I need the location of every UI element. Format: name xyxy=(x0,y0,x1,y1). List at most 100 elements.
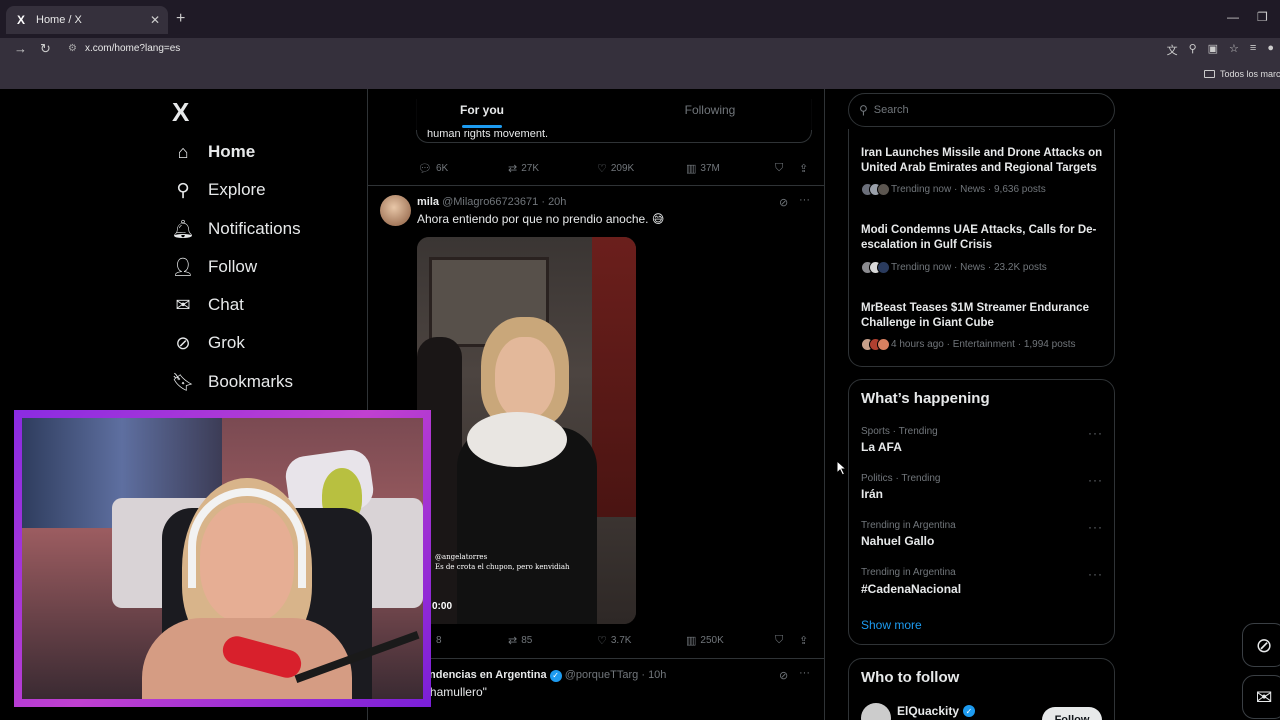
nav-home[interactable]: ⌂ Home xyxy=(172,141,256,163)
zoom-icon[interactable]: ⚲ xyxy=(1189,42,1197,58)
reading-list-icon[interactable]: ≡ xyxy=(1250,42,1256,58)
tweet-header: Tendencias en Argentina ✓ @porqueTTarg ·… xyxy=(417,669,666,682)
nav-notifications[interactable]: 🔔︎ Notifications xyxy=(172,218,301,240)
grok-float-icon[interactable]: ⊘ xyxy=(1242,623,1280,667)
news-title[interactable]: Iran Launches Missile and Drone Attacks … xyxy=(861,146,1106,176)
trend-context: Trending in Argentina xyxy=(861,567,956,578)
minimize-icon[interactable]: — xyxy=(1227,10,1239,24)
more-icon[interactable]: ··· xyxy=(1088,520,1103,534)
tab-close-icon[interactable]: ✕ xyxy=(150,13,160,27)
reload-icon[interactable]: ↻ xyxy=(40,41,51,57)
nav-explore[interactable]: ⚲ Explore xyxy=(172,179,266,201)
news-meta-text: Trending now · News · 23.2K posts xyxy=(891,262,1047,273)
tweet-time[interactable]: 20h xyxy=(548,196,566,208)
suggested-user[interactable]: ElQuackity ✓ xyxy=(897,704,976,718)
nav-bookmarks[interactable]: 🔖︎ Bookmarks xyxy=(172,371,293,393)
grok-icon[interactable]: ⊘ xyxy=(779,669,788,682)
search-icon: ⚲ xyxy=(176,179,190,200)
all-bookmarks-folder[interactable]: Todos los marcadores xyxy=(1204,69,1280,79)
reply-count: 8 xyxy=(435,635,442,646)
nav-grok[interactable]: ⊘ Grok xyxy=(172,332,244,354)
nav-label: Explore xyxy=(208,180,266,199)
views-button[interactable]: ▥ 37M xyxy=(686,162,720,175)
new-tab-icon[interactable]: + xyxy=(176,10,185,28)
reply-button[interactable]: 💬︎ 6K xyxy=(418,162,448,175)
retweet-button[interactable]: ⇄ 85 xyxy=(508,634,532,647)
show-more-link[interactable]: Show more xyxy=(861,618,922,632)
share-button[interactable]: ⇪ xyxy=(799,634,808,647)
user-name[interactable]: Tendencias en Argentina xyxy=(417,669,547,681)
nav-label: Bookmarks xyxy=(208,372,294,391)
tweet-time[interactable]: 10h xyxy=(648,669,666,681)
news-title[interactable]: Modi Condemns UAE Attacks, Calls for De-… xyxy=(861,223,1106,253)
active-tab-indicator xyxy=(462,125,502,128)
column-divider xyxy=(824,89,825,720)
webcam-overlay xyxy=(14,410,431,707)
tweet-actions: 💬︎ 6K ⇄ 27K ♡ 209K ▥ 37M ⛉ ⇪ xyxy=(416,162,816,178)
views-button[interactable]: ▥ 250K xyxy=(686,634,724,647)
retweet-button[interactable]: ⇄ 27K xyxy=(508,162,539,175)
bookmark-button[interactable]: ⛉ xyxy=(775,162,783,175)
video-caption-line: @angelatorres xyxy=(435,553,488,561)
trend-name[interactable]: #CadenaNacional xyxy=(861,582,961,596)
bookmarks-bar: Todos los marcadores xyxy=(0,60,1280,89)
like-button[interactable]: ♡ 3.7K xyxy=(597,634,631,647)
search-placeholder: Search xyxy=(873,104,909,116)
like-count: 209K xyxy=(610,163,635,174)
news-meta: Trending now · News · 9,636 posts xyxy=(861,183,1046,196)
folder-icon xyxy=(1204,70,1215,78)
tweet-divider xyxy=(368,185,824,186)
search-input[interactable]: ⚲ Search xyxy=(848,93,1115,127)
translate-icon[interactable]: 文 xyxy=(1167,42,1178,58)
tweet-text: Ahora entiendo por que no prendio anoche… xyxy=(417,212,665,226)
profile-avatar-icon[interactable]: ● xyxy=(1267,42,1274,58)
more-icon[interactable]: ··· xyxy=(799,194,810,206)
more-icon[interactable]: ··· xyxy=(1088,426,1103,440)
share-button[interactable]: ⇪ xyxy=(799,162,808,175)
retweet-icon: ⇄ xyxy=(508,635,518,647)
trend-name[interactable]: La AFA xyxy=(861,440,902,454)
news-meta-text: Trending now · News · 9,636 posts xyxy=(891,184,1046,195)
more-icon[interactable]: ··· xyxy=(799,667,810,679)
grok-icon[interactable]: ⊘ xyxy=(779,196,788,209)
bookmark-button[interactable]: ⛉ xyxy=(775,634,783,647)
tab-following[interactable]: Following xyxy=(596,89,824,130)
tab-title: Home / X xyxy=(36,14,82,26)
tab-for-you[interactable]: For you xyxy=(368,89,596,130)
trend-name[interactable]: Irán xyxy=(861,487,883,501)
cast-icon[interactable]: ▣ xyxy=(1208,42,1218,58)
restore-icon[interactable]: ❐ xyxy=(1257,10,1268,24)
star-icon[interactable]: ☆ xyxy=(1229,42,1239,58)
site-settings-icon[interactable]: ⚙ xyxy=(68,43,77,54)
messages-float-icon[interactable]: ✉ xyxy=(1242,675,1280,719)
add-user-icon: 👤︎ xyxy=(171,256,195,277)
browser-tab[interactable]: X Home / X ✕ xyxy=(6,6,168,34)
avatar[interactable] xyxy=(380,195,411,226)
view-count: 250K xyxy=(700,635,724,646)
like-button[interactable]: ♡ 209K xyxy=(597,162,634,175)
cursor-arrow-icon xyxy=(836,460,848,476)
trend-name[interactable]: Nahuel Gallo xyxy=(861,534,934,548)
follow-button[interactable]: Follow xyxy=(1042,707,1102,720)
news-meta: Trending now · News · 23.2K posts xyxy=(861,261,1047,274)
tweet-video[interactable]: @angelatorres Es de crota el chupon, per… xyxy=(417,237,636,624)
search-icon: ⚲ xyxy=(859,103,868,117)
nav-follow[interactable]: 👤︎ Follow xyxy=(171,256,258,278)
bell-icon: 🔔︎ xyxy=(171,218,195,239)
verified-badge-icon: ✓ xyxy=(549,669,562,682)
user-handle[interactable]: @Milagro66723671 xyxy=(442,196,538,208)
news-title[interactable]: MrBeast Teases $1M Streamer Endurance Ch… xyxy=(861,301,1106,331)
user-name[interactable]: mila xyxy=(417,196,439,208)
more-icon[interactable]: ··· xyxy=(1088,567,1103,581)
user-handle[interactable]: @porqueTTarg xyxy=(565,669,639,681)
tab-label: For you xyxy=(460,102,504,117)
x-logo-icon[interactable]: X xyxy=(172,97,189,128)
tweet-divider xyxy=(368,658,824,659)
forward-icon[interactable]: → xyxy=(14,41,27,56)
address-bar[interactable]: ⚙ x.com/home?lang=es xyxy=(62,36,1228,60)
bookmarks-folder-label: Todos los marcadores xyxy=(1220,69,1280,79)
bookmark-icon: 🔖︎ xyxy=(171,371,195,392)
more-icon[interactable]: ··· xyxy=(1088,473,1103,487)
nav-chat[interactable]: ✉ Chat xyxy=(172,294,243,316)
dot-separator: · xyxy=(541,196,545,208)
